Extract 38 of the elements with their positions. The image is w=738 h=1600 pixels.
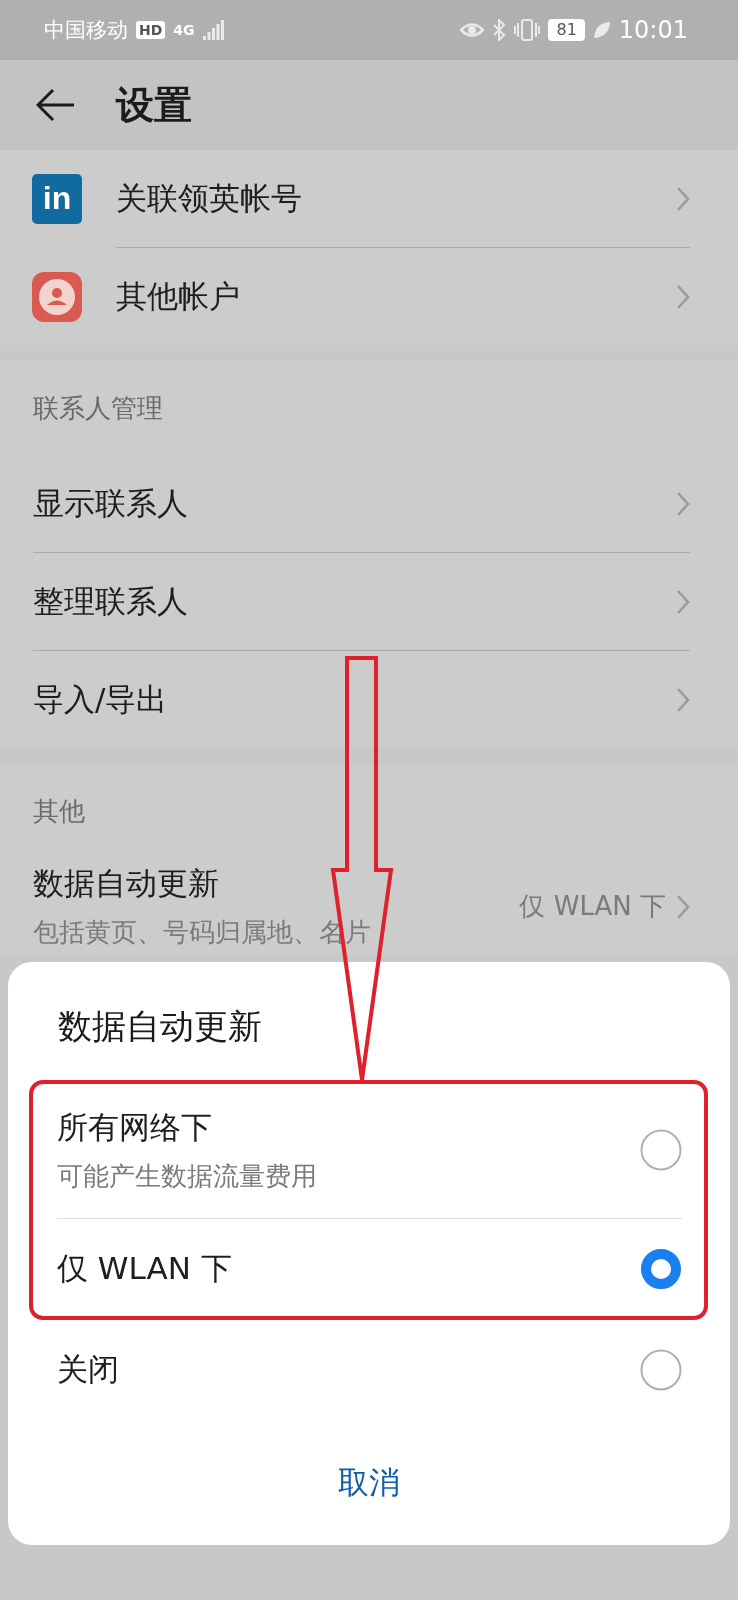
setting-label[interactable]: 关联领英帐号: [116, 177, 676, 220]
cancel-button[interactable]: 取消: [298, 1446, 440, 1520]
chevron-right-icon: [676, 490, 690, 517]
section-heading: 其他: [32, 794, 86, 828]
dialog-title: 数据自动更新: [57, 1005, 263, 1048]
chevron-right-icon: [676, 686, 690, 713]
chevron-right-icon: [676, 185, 690, 212]
hd-badge: HD: [136, 21, 166, 39]
person-icon: [32, 271, 82, 322]
chevron-right-icon: [676, 588, 690, 615]
battery-level: 81: [548, 19, 585, 41]
chevron-right-icon: [676, 283, 690, 310]
leaf-icon: [592, 21, 611, 39]
radio-button[interactable]: [640, 1349, 682, 1391]
eye-icon: [460, 21, 485, 39]
setting-label[interactable]: 数据自动更新: [33, 863, 520, 905]
carrier-name: 中国移动: [44, 17, 128, 44]
option-label[interactable]: 关闭: [57, 1349, 640, 1391]
network-type: 4G: [173, 22, 195, 38]
vibrate-icon: [514, 19, 541, 41]
option-description: 可能产生数据流量费用: [57, 1159, 318, 1193]
setting-label[interactable]: 整理联系人: [33, 580, 676, 623]
radio-button[interactable]: [640, 1248, 682, 1290]
radio-button[interactable]: [640, 1129, 682, 1171]
setting-label[interactable]: 导入/导出: [33, 678, 676, 721]
option-label[interactable]: 所有网络下: [57, 1106, 640, 1149]
back-arrow-icon[interactable]: [36, 88, 76, 122]
setting-label[interactable]: 其他帐户: [116, 275, 676, 318]
setting-value: 仅 WLAN 下: [519, 890, 666, 923]
option-label[interactable]: 仅 WLAN 下: [57, 1248, 640, 1290]
setting-label[interactable]: 显示联系人: [33, 482, 676, 525]
chevron-right-icon: [676, 893, 690, 920]
bluetooth-icon: [492, 19, 507, 41]
page-title: 设置: [116, 81, 192, 129]
clock-time: 10:01: [618, 16, 688, 44]
logo-icon: in: [32, 173, 82, 224]
section-heading: 联系人管理: [32, 391, 164, 425]
signal-icon: [202, 20, 225, 40]
